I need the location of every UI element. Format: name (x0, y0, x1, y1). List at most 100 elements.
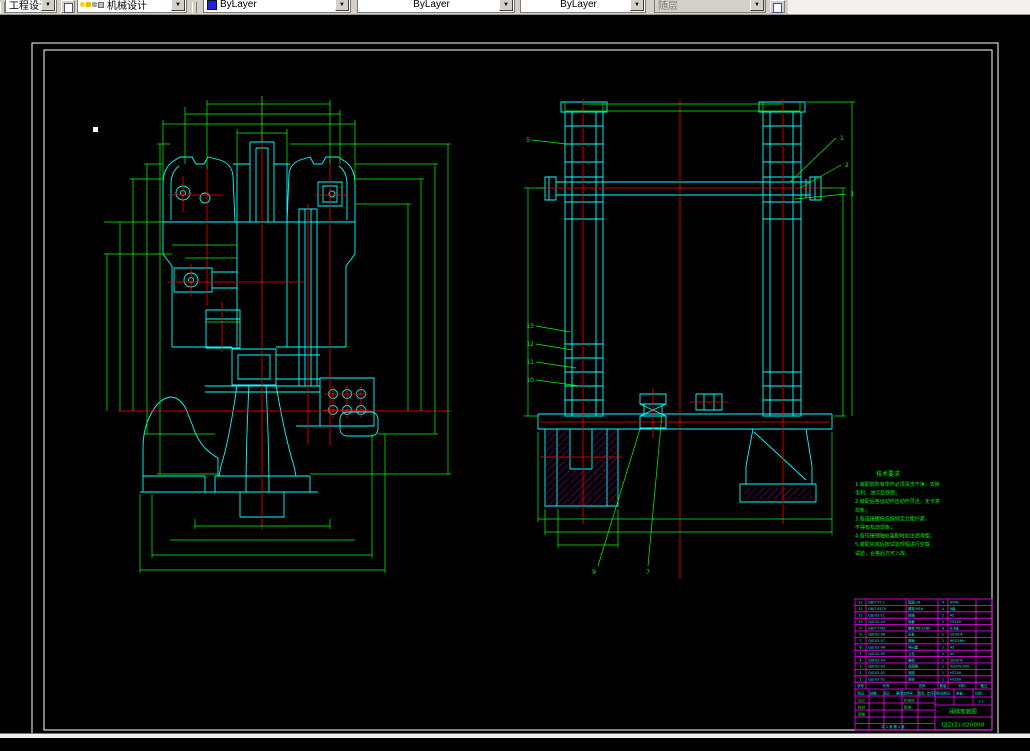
svg-text: QJZ-02-08 (868, 633, 885, 637)
bottom-edge-strip (0, 733, 1030, 738)
svg-text: 1 (942, 671, 944, 675)
color-combo[interactable]: ByLayer ▼ (203, 0, 351, 13)
drawing-canvas[interactable]: 1 2 3 5 13 12 11 10 9 7 技术要求1.装配前所有零件必须清… (0, 14, 1030, 733)
svg-text: 2 (942, 646, 944, 650)
svg-text: 审核 (858, 712, 866, 717)
balloon-label: 12 (526, 341, 534, 348)
svg-text: 更改文件号 (896, 691, 914, 696)
svg-text: 10 (858, 620, 862, 624)
layer-combo[interactable]: 机械设计 ▼ (77, 0, 187, 13)
drawing-title: 阀体部装图 (949, 708, 977, 716)
svg-text: 2 (859, 671, 861, 675)
toolbar-empty-area (788, 0, 1030, 14)
svg-text: HT200 (950, 678, 961, 682)
svg-text: 导向套 (908, 645, 919, 650)
svg-text: 校对 (858, 705, 866, 710)
balloon-label: 13 (526, 323, 534, 330)
top-toolbar: 工程设计 ▼ 机械设计 ▼ ByLayer ▼ ByLayer ▼ ByLaye… (0, 0, 1030, 15)
svg-text: 8.8级 (950, 625, 959, 630)
svg-text: 序号 (857, 683, 864, 688)
svg-text: 5.装配完成后按试验规程进行空载 (855, 541, 930, 548)
lineweight-combo-value: ByLayer (521, 0, 645, 10)
svg-text: 2 (942, 639, 944, 643)
svg-text: 1 (859, 678, 861, 682)
chevron-down-icon[interactable]: ▼ (499, 0, 513, 11)
svg-text: 1 (942, 658, 944, 662)
svg-text: 3.各连接螺栓应按规定力矩拧紧， (855, 515, 930, 522)
linetype-combo-value: ByLayer (358, 0, 514, 10)
svg-text: 比例 (975, 691, 982, 696)
chevron-down-icon[interactable]: ▼ (41, 0, 55, 11)
svg-text: 2 (942, 665, 944, 669)
svg-text: 签名 (918, 691, 925, 696)
balloon-label: 9 (592, 569, 596, 576)
layers-icon (64, 3, 73, 13)
svg-text: 螺栓 M12×60 (908, 625, 930, 630)
svg-text: 2 (942, 633, 944, 637)
svg-text: 2 (942, 614, 944, 618)
svg-text: 2 (942, 652, 944, 656)
svg-text: QJZ-02-06 (868, 646, 885, 650)
svg-text: 5 (859, 652, 861, 656)
balloon-leaders: 1 2 3 5 13 12 11 10 9 7 (526, 135, 854, 576)
sun-icon (86, 2, 91, 7)
chevron-down-icon[interactable]: ▼ (171, 0, 185, 11)
front-view-centerlines (118, 96, 452, 530)
svg-text: 阶段标记 (937, 691, 951, 696)
svg-text: 65Mn (950, 601, 959, 605)
style-combo[interactable]: 工程设计 ▼ (5, 0, 57, 13)
toolbar-grip[interactable] (192, 2, 197, 13)
hatch-region (546, 430, 569, 505)
svg-text: 6 (859, 646, 861, 650)
svg-text: 处数 (870, 691, 877, 696)
lineweight-combo[interactable]: ByLayer ▼ (520, 0, 646, 13)
balloon-label: 11 (526, 359, 534, 366)
sheet-frame (32, 43, 998, 736)
svg-text: 8级 (950, 606, 956, 611)
balloon-label: 1 (840, 135, 844, 142)
svg-text: 4 (859, 658, 861, 662)
svg-text: Q235-A (950, 633, 963, 637)
svg-text: QJZ-02-03 (868, 665, 885, 669)
svg-text: 压板 (908, 632, 915, 637)
svg-text: 连接座 (908, 664, 919, 669)
svg-text: 立柱 (908, 651, 915, 656)
drawing-number: QJZ(2)-020000 (941, 723, 984, 729)
svg-text: 名称 (919, 683, 926, 688)
linetype-combo[interactable]: ByLayer ▼ (357, 0, 515, 13)
svg-text: 11 (858, 614, 862, 618)
chevron-down-icon[interactable]: ▼ (335, 0, 349, 11)
svg-text: 60Si2Mn (950, 639, 965, 643)
balloon-label: 5 (526, 137, 530, 144)
svg-text: 3 (859, 665, 861, 669)
layer-manager-button[interactable] (61, 0, 75, 13)
plotstyle-combo-value: 随层 (655, 0, 765, 12)
svg-text: ZG270-500 (950, 665, 969, 669)
grip-square (93, 127, 98, 132)
chevron-down-icon[interactable]: ▼ (630, 0, 644, 11)
svg-text: QJZ-02-11 (868, 614, 885, 618)
side-view-geometry (538, 102, 832, 506)
svg-text: QJZ-02-02 (868, 671, 885, 675)
svg-text: 4 (942, 601, 944, 605)
svg-text: 4.各铰接销轴处装配时加注润滑脂； (855, 533, 935, 540)
svg-text: 45 (950, 646, 954, 650)
svg-text: 现象； (855, 507, 870, 514)
svg-text: QJZ-02-04 (868, 658, 885, 662)
svg-text: 横梁 (908, 657, 915, 662)
svg-text: 9 (859, 626, 861, 630)
front-view-geometry (140, 142, 378, 517)
properties-icon (773, 3, 782, 13)
svg-text: QJZ-02-01 (868, 678, 885, 682)
svg-text: 底座 (908, 670, 915, 675)
properties-button[interactable] (770, 0, 785, 13)
balloon-label: 10 (526, 377, 534, 384)
svg-text: 4 (942, 607, 944, 611)
svg-text: 标准化 (904, 698, 915, 703)
scale-value: 1:2 (978, 700, 983, 704)
svg-text: 2 (942, 620, 944, 624)
svg-text: 45 (950, 652, 954, 656)
svg-text: 数量 (940, 683, 947, 688)
side-view-centerlines (538, 99, 832, 579)
sheet-info: 共 1 张 第 1 张 (881, 724, 905, 729)
